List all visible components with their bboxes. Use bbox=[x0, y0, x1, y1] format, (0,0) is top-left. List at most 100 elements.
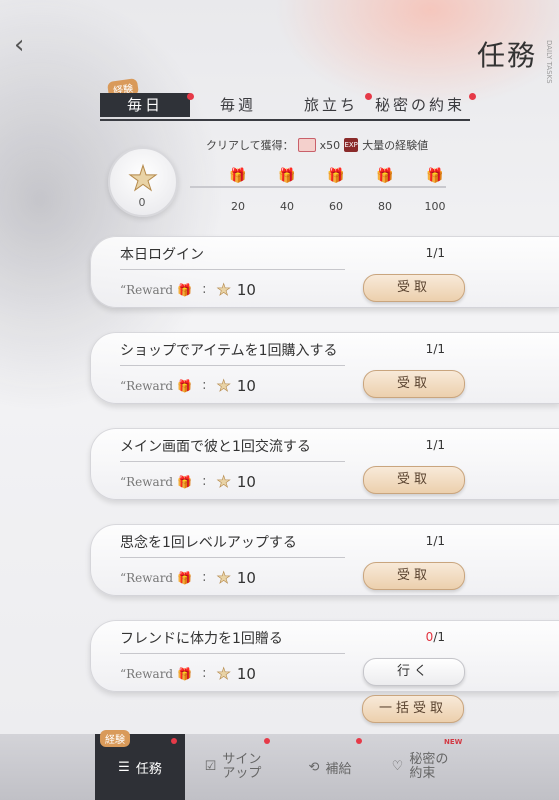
reward-word: “Reward bbox=[120, 570, 174, 585]
claim-button[interactable]: 受取 bbox=[363, 562, 465, 590]
tab-label: 旅立ち bbox=[303, 96, 358, 114]
reward-prefix: クリアして獲得： bbox=[206, 139, 294, 152]
milestone-value: 100 bbox=[424, 200, 446, 213]
nav-label: 秘密の 約束 bbox=[409, 752, 449, 781]
task-progress: 1/1 bbox=[425, 534, 445, 548]
reward-amount: 10 bbox=[236, 280, 256, 299]
reward-amount: 10 bbox=[236, 376, 256, 395]
claim-button[interactable]: 受取 bbox=[363, 370, 465, 398]
supply-icon: ⟲ bbox=[308, 759, 320, 775]
star-icon: ★ bbox=[216, 376, 231, 396]
go-button[interactable]: 行く bbox=[363, 658, 465, 686]
milestone-value: 20 bbox=[231, 200, 245, 213]
gift-icon: 🎁 bbox=[177, 378, 193, 393]
task-reward: “Reward 🎁 : ★ 10 bbox=[120, 568, 256, 588]
claim-all-button[interactable]: 一括受取 bbox=[362, 695, 464, 723]
tab-bar: 毎日 毎週 旅立ち 秘密の約束 bbox=[100, 93, 480, 119]
milestone-20[interactable]: 🎁 20 bbox=[223, 168, 253, 213]
heart-icon: ♡ bbox=[391, 759, 404, 774]
progress-current: 0 bbox=[138, 196, 146, 209]
task-divider bbox=[120, 653, 345, 654]
tab-underline bbox=[100, 119, 470, 121]
gift-icon: 🎁 bbox=[327, 168, 345, 184]
star-icon: ★ bbox=[216, 664, 231, 684]
notification-dot bbox=[171, 738, 177, 744]
milestone-100[interactable]: 🎁 100 bbox=[420, 168, 450, 213]
gift-icon: 🎁 bbox=[426, 168, 444, 184]
tab-label: 毎日 bbox=[126, 96, 163, 114]
notification-dot bbox=[264, 738, 270, 744]
task-progress: 1/1 bbox=[425, 438, 445, 452]
task-progress: 1/1 bbox=[425, 246, 445, 260]
notification-dot bbox=[469, 93, 476, 100]
star-icon: ★ bbox=[216, 472, 231, 492]
reward-amount: 10 bbox=[236, 472, 256, 491]
task-card: メイン画面で彼と1回交流する 1/1 “Reward 🎁 : ★ 10 受取 bbox=[90, 428, 559, 500]
task-reward: “Reward 🎁 : ★ 10 bbox=[120, 280, 256, 300]
gift-icon: 🎁 bbox=[376, 168, 394, 184]
reward-amount: 10 bbox=[236, 664, 256, 683]
nav-signup[interactable]: ☑ サイン アップ bbox=[188, 734, 278, 800]
gift-icon: 🎁 bbox=[177, 474, 193, 489]
reward-colon: : bbox=[202, 666, 207, 681]
reward-colon: : bbox=[202, 474, 207, 489]
reward-word: “Reward bbox=[120, 474, 174, 489]
bottom-nav: ☰ 任務 ☑ サイン アップ ⟲ 補給 ♡ 秘密の 約束 bbox=[0, 734, 559, 800]
reward-word: “Reward bbox=[120, 666, 174, 681]
tab-label: 毎週 bbox=[219, 96, 256, 114]
reward-amount: 10 bbox=[236, 568, 256, 587]
tasks-icon: ☰ bbox=[118, 759, 130, 775]
task-name: メイン画面で彼と1回交流する bbox=[120, 439, 311, 455]
ticket-count: x50 bbox=[319, 138, 341, 152]
reward-colon: : bbox=[202, 282, 207, 297]
milestone-80[interactable]: 🎁 80 bbox=[370, 168, 400, 213]
page-title: 任務 bbox=[476, 39, 537, 72]
milestone-value: 80 bbox=[378, 200, 392, 213]
reward-header: クリアして獲得： x50 EXP 大量の経験値 bbox=[206, 137, 428, 153]
nav-label: サイン アップ bbox=[222, 752, 262, 781]
task-reward: “Reward 🎁 : ★ 10 bbox=[120, 376, 256, 396]
task-name: フレンドに体力を1回贈る bbox=[120, 631, 283, 647]
ticket-icon bbox=[297, 138, 316, 152]
milestone-60[interactable]: 🎁 60 bbox=[321, 168, 351, 213]
nav-exp-badge: 経験 bbox=[100, 730, 130, 747]
reward-colon: : bbox=[202, 570, 207, 585]
task-progress: 1/1 bbox=[425, 342, 445, 356]
progress-track bbox=[190, 186, 446, 188]
task-divider bbox=[120, 557, 345, 558]
nav-label: 任務 bbox=[135, 761, 162, 777]
nav-supply[interactable]: ⟲ 補給 bbox=[290, 734, 370, 800]
claim-button[interactable]: 受取 bbox=[363, 466, 465, 494]
claim-button[interactable]: 受取 bbox=[363, 274, 465, 302]
task-reward: “Reward 🎁 : ★ 10 bbox=[120, 664, 256, 684]
tab-daily[interactable]: 毎日 bbox=[100, 93, 194, 117]
task-card: 本日ログイン 1/1 “Reward 🎁 : ★ 10 受取 bbox=[90, 236, 559, 308]
tab-weekly[interactable]: 毎週 bbox=[208, 93, 268, 117]
tab-journey[interactable]: 旅立ち bbox=[296, 93, 372, 117]
task-divider bbox=[120, 269, 345, 270]
page-title-side: DAILY TASKS bbox=[545, 40, 553, 84]
task-name: ショップでアイテムを1回購入する bbox=[120, 343, 338, 359]
back-arrow-icon[interactable]: ‹ bbox=[14, 30, 44, 60]
milestone-value: 60 bbox=[329, 200, 343, 213]
milestone-40[interactable]: 🎁 40 bbox=[272, 168, 302, 213]
checkbox-icon: ☑ bbox=[204, 759, 217, 774]
task-divider bbox=[120, 461, 345, 462]
exp-icon: EXP bbox=[344, 138, 359, 152]
reward-word: “Reward bbox=[120, 282, 174, 297]
gift-icon: 🎁 bbox=[177, 282, 193, 297]
gift-icon: 🎁 bbox=[177, 666, 193, 681]
reward-word: “Reward bbox=[120, 378, 174, 393]
star-icon: ★ bbox=[216, 280, 231, 300]
task-name: 本日ログイン bbox=[120, 247, 204, 263]
new-badge: NEW bbox=[444, 738, 463, 746]
task-reward: “Reward 🎁 : ★ 10 bbox=[120, 472, 256, 492]
gift-icon: 🎁 bbox=[278, 168, 296, 184]
tab-secret-promise[interactable]: 秘密の約束 bbox=[370, 93, 476, 117]
star-icon: ★ bbox=[216, 568, 231, 588]
task-progress: 0/1 bbox=[425, 630, 445, 644]
exp-label: 大量の経験値 bbox=[362, 139, 429, 152]
notification-dot bbox=[356, 738, 362, 744]
task-card: ショップでアイテムを1回購入する 1/1 “Reward 🎁 : ★ 10 受取 bbox=[90, 332, 559, 404]
task-name: 思念を1回レベルアップする bbox=[120, 535, 297, 551]
